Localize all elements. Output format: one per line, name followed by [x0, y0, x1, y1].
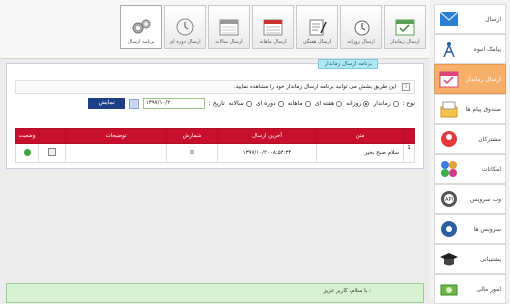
schedule-panel: برنامه ارسال زماندار i این طریق بشش می ت… [6, 59, 424, 169]
svg-text:API: API [445, 197, 453, 203]
status-cell [15, 143, 39, 163]
toolbar-daily-send[interactable]: ارسال روزانه [340, 5, 382, 49]
filter-row: نوع : زماندار روزانه هفته ای ماهانه دوره… [88, 98, 415, 109]
col-status: وضعیت [15, 128, 39, 144]
text-cell: سلام صبح بخیر [316, 143, 404, 163]
panel-title: برنامه ارسال زماندار [318, 59, 378, 69]
welcome-box: با سلام، کاربر عزیز : [6, 283, 424, 303]
calendar-year-icon [219, 19, 239, 36]
sms-clock-icon [354, 20, 370, 36]
count-cell: 0 [166, 143, 218, 163]
show-button[interactable]: نمایش [88, 98, 125, 109]
money-icon [440, 284, 458, 296]
sidebar-item-inbox[interactable]: صندوق پیام ها [434, 94, 506, 124]
calendar-check-icon [395, 19, 415, 36]
puzzle-icon [441, 161, 457, 177]
info-text: این طریق بشش می توانید برنامه ارسال زمان… [233, 84, 397, 90]
col-count: شمارش [166, 128, 218, 144]
delete-icon[interactable] [48, 148, 56, 156]
radio-monthly[interactable]: ماهانه [288, 100, 311, 107]
sidebar-item-web-service[interactable]: API وب سرویس [434, 184, 506, 214]
col-last-sent: آخرین ارسال [217, 128, 317, 144]
radio-dot[interactable] [336, 100, 343, 107]
sidebar-item-send[interactable]: ارسال [434, 4, 506, 34]
sidebar-item-subscribers[interactable]: مشترکان [434, 124, 506, 154]
sidebar-item-timed-send[interactable]: ارسال زماندار [434, 64, 506, 94]
subscribers-icon [441, 131, 457, 147]
radio-dot[interactable] [245, 100, 252, 107]
radio-yearly[interactable]: سالانه [229, 100, 252, 107]
col-index [403, 128, 415, 144]
toolbar-weekly-send[interactable]: ارسال هفتگی [296, 5, 338, 49]
radio-timed[interactable]: زماندار [373, 100, 399, 107]
toolbar-area: ارسال زماندار ارسال روزانه ارسال هفتگی ا… [0, 0, 430, 59]
toolbar-send-schedule[interactable]: برنامه ارسال [120, 5, 162, 49]
index-cell: 1 [403, 143, 415, 163]
toolbar-timed-send[interactable]: ارسال زماندار [384, 5, 426, 49]
radio-daily[interactable]: روزانه [346, 100, 370, 107]
sidebar: ارسال پیامک انبوه ارسال زماندار صندوق پی… [430, 0, 510, 304]
radio-dot[interactable] [304, 100, 311, 107]
gears-icon [132, 19, 151, 34]
antenna-icon [443, 42, 455, 58]
info-icon: i [402, 82, 410, 91]
graduation-cap-icon [440, 253, 458, 266]
calendar-check-icon [439, 71, 459, 88]
radio-periodic[interactable]: دوره ای [256, 100, 284, 107]
sidebar-item-support[interactable]: پشتیبانی [434, 244, 506, 274]
radio-dot[interactable] [277, 100, 284, 107]
type-label: نوع : [402, 100, 415, 107]
info-message: i این طریق بشش می توانید برنامه ارسال زم… [15, 80, 415, 94]
toolbar-periodic-send[interactable]: ارسال دوره ای [164, 5, 206, 49]
status-ok-icon [23, 148, 31, 156]
sidebar-item-services[interactable]: سرویس ها [434, 214, 506, 244]
pen-paper-icon [309, 19, 327, 36]
sms-envelope-icon [439, 11, 459, 26]
toolbar-monthly-send[interactable]: ارسال ماهانه [252, 5, 294, 49]
last-sent-cell: ۱۳۹۷/۱۰/۲۰۰۸:۵۴:۳۴ [217, 143, 317, 163]
clock-icon [176, 18, 194, 36]
welcome-text: با سلام، کاربر عزیز : [323, 288, 371, 294]
sidebar-item-features[interactable]: امکانات [434, 154, 506, 184]
toolbar-yearly-send[interactable]: ارسال سالانه [208, 5, 250, 49]
table-header-row: وضعیت توضیحات شمارش آخرین ارسال متن [15, 128, 415, 144]
delete-cell[interactable] [38, 143, 66, 163]
calendar-picker-icon[interactable] [128, 98, 139, 109]
toolbar: ارسال زماندار ارسال روزانه ارسال هفتگی ا… [120, 5, 426, 49]
services-icon [441, 221, 457, 237]
col-delete [38, 128, 66, 144]
inbox-icon [440, 101, 458, 118]
calendar-month-icon [263, 19, 283, 36]
radio-dot[interactable] [363, 100, 370, 107]
radio-dot[interactable] [392, 100, 399, 107]
date-label: تاریخ : [208, 100, 225, 107]
date-input[interactable]: ۱۳۹۷/۱۰/۲ [142, 98, 205, 109]
schedule-table: وضعیت توضیحات شمارش آخرین ارسال متن 0 ۱۳… [15, 128, 415, 163]
col-text: متن [316, 128, 404, 144]
sidebar-item-bulk-sms[interactable]: پیامک انبوه [434, 34, 506, 64]
api-icon: API [441, 191, 457, 207]
table-row[interactable]: 0 ۱۳۹۷/۱۰/۲۰۰۸:۵۴:۳۴ سلام صبح بخیر 1 [15, 143, 415, 163]
radio-weekly[interactable]: هفته ای [315, 100, 343, 107]
col-description: توضیحات [65, 128, 167, 144]
description-cell [65, 143, 167, 163]
